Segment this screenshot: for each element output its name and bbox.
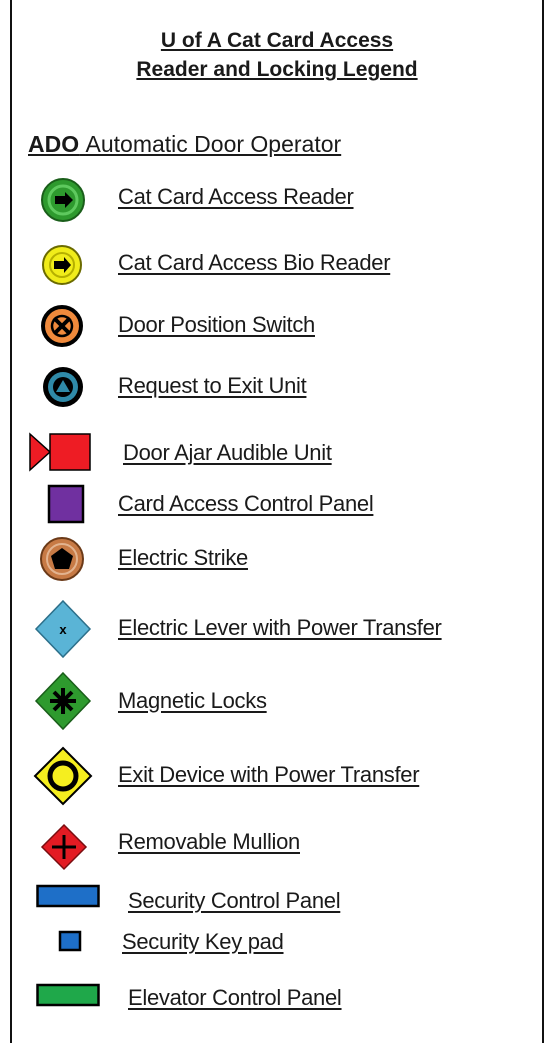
blue-x-diamond-icon: x: [34, 599, 92, 659]
ado-abbreviation: ADO: [28, 131, 80, 157]
legend-item-label: Cat Card Access Bio Reader: [118, 250, 391, 275]
legend-item-label: Magnetic Locks: [118, 688, 267, 713]
teal-triangle-circle-icon: [43, 367, 83, 407]
legend-item-label: Removable Mullion: [118, 829, 300, 854]
ado-label: Automatic Door Operator: [85, 131, 342, 157]
brown-pentagon-circle-icon: [40, 537, 84, 581]
legend-item-label: Exit Device with Power Transfer: [118, 762, 420, 787]
ado-row: ADO Automatic Door Operator: [28, 131, 341, 158]
yellow-circle-diamond-icon: [33, 746, 93, 806]
legend-item-label: Door Position Switch: [118, 312, 315, 337]
legend-item-label: Door Ajar Audible Unit: [123, 440, 332, 465]
legend-item-label: Cat Card Access Reader: [118, 184, 354, 209]
legend-item-label: Electric Lever with Power Transfer: [118, 615, 442, 640]
purple-square-icon: [47, 484, 85, 524]
green-rectangle-icon: [36, 983, 100, 1007]
legend-item-label: Electric Strike: [118, 545, 248, 570]
legend-title-line2: Reader and Locking Legend: [136, 58, 418, 81]
legend-item-label: Card Access Control Panel: [118, 491, 374, 516]
blue-small-square-icon: [58, 930, 82, 952]
legend-item-label: Security Control Panel: [128, 888, 341, 913]
legend-item-label: Request to Exit Unit: [118, 373, 307, 398]
red-flag-square-icon: [29, 432, 91, 472]
blue-rectangle-icon: [36, 884, 100, 908]
legend-title-line1: U of A Cat Card Access: [160, 29, 394, 52]
green-arrow-circle-icon: [41, 178, 85, 222]
yellow-arrow-circle-icon: [42, 245, 82, 285]
red-cross-diamond-icon: [40, 823, 88, 871]
orange-x-circle-icon: [41, 305, 83, 347]
green-star-diamond-icon: [34, 671, 92, 731]
legend-item-label: Elevator Control Panel: [128, 985, 342, 1010]
svg-text:x: x: [59, 622, 67, 637]
legend-item-label: Security Key pad: [122, 929, 284, 954]
